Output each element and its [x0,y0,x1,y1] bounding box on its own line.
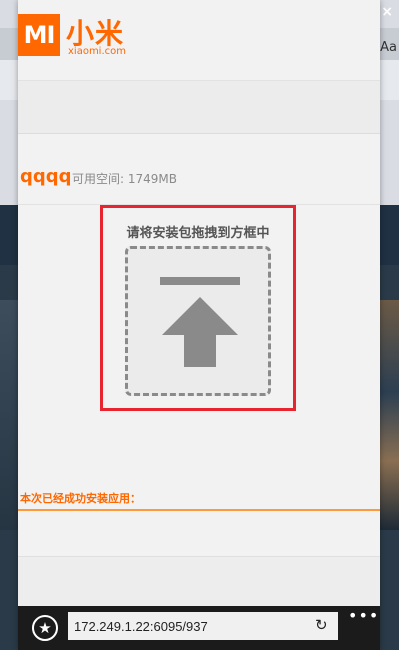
url-field[interactable] [68,612,338,640]
drop-zone-title: 请将安装包拖拽到方框中 [126,226,270,241]
logo-domain: xiaomi.com [68,46,126,57]
close-icon[interactable]: × [381,4,393,20]
installed-apps-label: 本次已经成功安装应用： [20,492,141,505]
background-aa-text: Aa [380,40,397,55]
background-right-image [377,300,399,530]
device-name: qqqq [20,166,72,187]
free-space-value: 1749MB [127,172,177,186]
device-info: qqqq 可用空间: 1749MB [18,150,380,205]
refresh-icon[interactable]: ↻ [315,616,328,634]
drop-area-highlight: 请将安装包拖拽到方框中 [100,205,296,411]
browser-toolbar: ★ ↻ ••• [18,606,380,650]
free-space-label: 可用空间: [72,172,125,186]
free-space: 可用空间: 1749MB [72,170,177,187]
upload-arrow-icon [160,277,240,367]
star-icon[interactable]: ★ [32,615,58,641]
divider [18,509,380,511]
background-left-image [0,300,18,530]
more-icon[interactable]: ••• [348,606,379,625]
apk-drop-zone[interactable] [125,246,271,396]
app-window: MI 小米 xiaomi.com qqqq 可用空间: 1749MB 请将安装包… [18,0,380,650]
mi-logo: MI [18,14,60,56]
sub-header [18,81,380,134]
footer-area [18,556,380,607]
header: MI 小米 xiaomi.com [18,0,380,81]
